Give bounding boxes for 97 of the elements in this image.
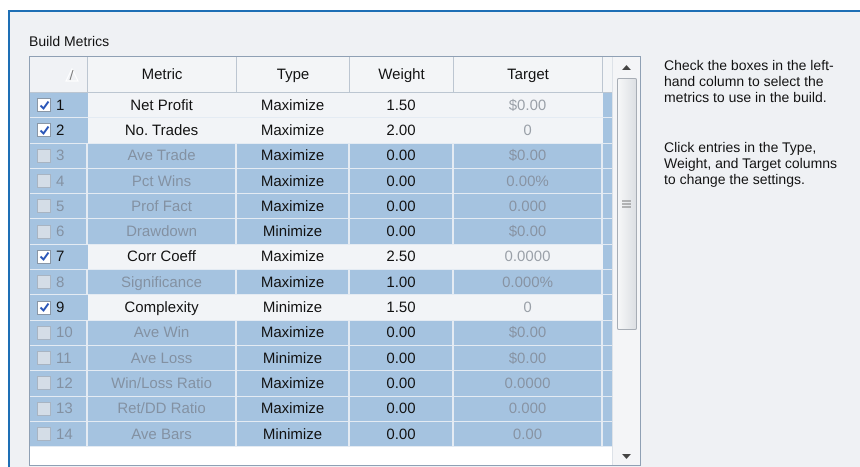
scroll-thumb[interactable] <box>616 78 636 330</box>
checkbox[interactable] <box>37 402 51 416</box>
checkbox[interactable] <box>37 224 51 239</box>
scroll-up-icon[interactable] <box>622 65 631 70</box>
row-number: 9 <box>56 299 64 316</box>
row-indicator <box>603 346 612 370</box>
metric-cell: Ave Trade <box>88 144 237 168</box>
checkbox[interactable] <box>37 351 51 366</box>
type-cell[interactable]: Maximize <box>237 168 350 194</box>
row-number: 6 <box>56 223 64 240</box>
metric-cell: Drawdown <box>88 219 237 244</box>
row-indicator <box>603 371 612 396</box>
metric-cell: Prof Fact <box>88 194 237 218</box>
row-number: 8 <box>56 274 64 291</box>
metric-cell: Ave Win <box>88 320 237 345</box>
row-number: 13 <box>56 400 73 418</box>
metric-cell: Significance <box>88 270 237 294</box>
type-cell[interactable]: Maximize <box>237 396 350 421</box>
row-number: 10 <box>56 324 73 342</box>
weight-cell[interactable]: 1.50 <box>350 93 454 118</box>
scroll-down-icon[interactable] <box>622 454 631 459</box>
column-header[interactable]: Metric <box>88 57 237 92</box>
weight-cell[interactable]: 0.00 <box>350 144 454 168</box>
column-header[interactable]: Type <box>237 57 350 92</box>
type-cell[interactable]: Maximize <box>237 244 350 270</box>
row-number: 5 <box>56 198 64 215</box>
checkbox[interactable] <box>37 199 51 214</box>
weight-cell[interactable]: 0.00 <box>350 219 454 244</box>
column-header[interactable]: Target <box>454 57 603 92</box>
row-indicator <box>603 93 612 118</box>
grip-icon <box>622 200 631 208</box>
weight-cell[interactable]: 2.50 <box>350 244 454 270</box>
checkbox[interactable] <box>37 250 51 264</box>
row-number: 1 <box>56 96 64 114</box>
row-number: 11 <box>56 350 72 367</box>
type-cell[interactable]: Maximize <box>237 371 350 396</box>
column-header[interactable]: Weight <box>350 57 454 92</box>
weight-cell[interactable]: 0.00 <box>350 194 454 218</box>
group-title: Build Metrics <box>29 32 110 51</box>
row-indicator <box>603 194 612 218</box>
help-text: Check the boxes in the left-hand column to select the metrics to use in the build. <box>664 57 835 105</box>
weight-cell[interactable]: 1.00 <box>350 270 454 294</box>
weight-cell[interactable]: 0.00 <box>350 396 454 421</box>
row-indicator <box>603 219 612 244</box>
type-cell[interactable]: Minimize <box>237 295 350 320</box>
checkbox[interactable] <box>37 427 51 441</box>
row-indicator <box>603 118 612 143</box>
row-number: 2 <box>56 122 64 139</box>
metric-cell: No. Trades <box>88 118 237 143</box>
row-indicator <box>603 244 612 270</box>
metric-cell: Win/Loss Ratio <box>88 371 237 396</box>
metric-cell: Pct Wins <box>88 168 237 194</box>
type-cell[interactable]: Maximize <box>237 194 350 218</box>
sort-icon <box>65 68 79 82</box>
row-number: 7 <box>56 248 64 266</box>
type-cell[interactable]: Maximize <box>237 144 350 168</box>
row-indicator <box>603 270 612 294</box>
weight-cell[interactable]: 0.00 <box>350 371 454 396</box>
row-indicator <box>603 396 612 421</box>
checkbox[interactable] <box>37 300 51 315</box>
weight-cell[interactable]: 2.00 <box>350 118 454 143</box>
weight-cell[interactable]: 1.50 <box>350 295 454 320</box>
metric-cell: Net Profit <box>88 93 237 118</box>
row-indicator <box>603 320 612 345</box>
metric-cell: Ret/DD Ratio <box>88 396 237 421</box>
checkbox[interactable] <box>37 123 51 138</box>
checkbox[interactable] <box>37 275 51 290</box>
row-indicator <box>603 422 612 446</box>
metric-cell: Ave Bars <box>88 422 237 446</box>
weight-cell[interactable]: 0.00 <box>350 168 454 194</box>
weight-cell[interactable]: 0.00 <box>350 346 454 370</box>
checkbox[interactable] <box>37 148 51 163</box>
help-text: Click entries in the Type, Weight, and Target columns to change the settings. <box>664 139 838 187</box>
row-indicator <box>603 295 612 320</box>
checkbox[interactable] <box>37 376 51 390</box>
scrollbar[interactable] <box>612 57 640 465</box>
row-number: 4 <box>56 172 64 190</box>
row-number: 12 <box>56 374 73 392</box>
weight-cell[interactable]: 0.00 <box>350 422 454 446</box>
row-indicator <box>603 144 612 168</box>
metric-cell: Ave Loss <box>88 346 237 370</box>
weight-cell[interactable]: 0.00 <box>350 320 454 345</box>
type-cell[interactable]: Maximize <box>237 118 350 143</box>
type-cell[interactable]: Minimize <box>237 219 350 244</box>
type-cell[interactable]: Minimize <box>237 346 350 370</box>
row-indicator <box>603 168 612 194</box>
checkbox[interactable] <box>37 174 51 188</box>
type-cell[interactable]: Minimize <box>237 422 350 446</box>
checkbox[interactable] <box>37 98 51 112</box>
type-cell[interactable]: Maximize <box>237 320 350 345</box>
metric-cell: Complexity <box>88 295 237 320</box>
checkbox[interactable] <box>37 326 51 340</box>
row-number: 3 <box>56 147 64 164</box>
type-cell[interactable]: Maximize <box>237 93 350 118</box>
row-number: 14 <box>56 426 73 442</box>
metric-cell: Corr Coeff <box>88 244 237 270</box>
type-cell[interactable]: Maximize <box>237 270 350 294</box>
